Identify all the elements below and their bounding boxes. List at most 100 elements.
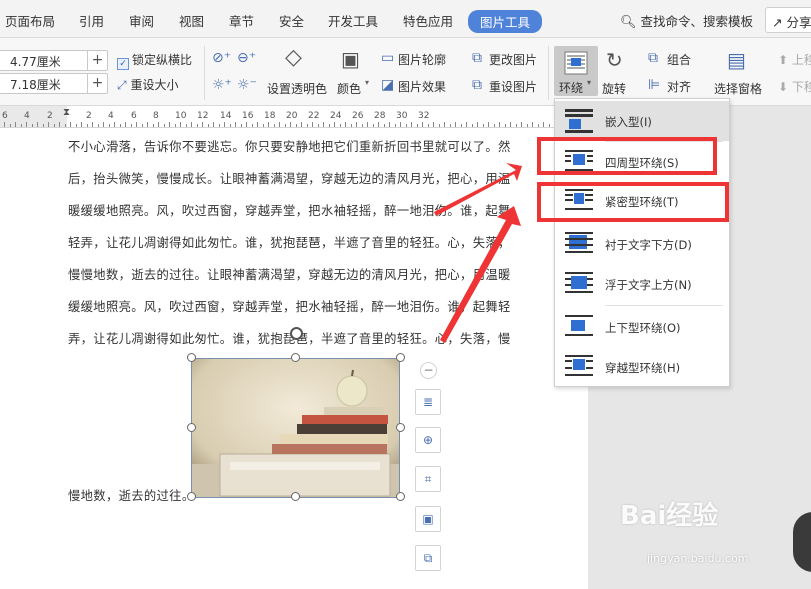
change-picture-icon: ⧉ <box>472 50 482 66</box>
rotate-button[interactable]: 旋转 <box>602 80 626 97</box>
picture-to-text-icon[interactable]: ⧉ <box>415 545 441 571</box>
ruler-tick <box>257 122 258 127</box>
ruler-tick <box>367 122 368 127</box>
reset-picture-icon: ⧉ <box>472 77 482 93</box>
ruler-tick <box>340 124 341 127</box>
ruler-number: 8 <box>153 111 159 121</box>
floating-action-button[interactable] <box>793 512 811 572</box>
checkbox-checked-icon: ✓ <box>117 58 129 70</box>
indent-marker-icon[interactable]: ⧗ <box>63 107 70 118</box>
change-picture-button[interactable]: 更改图片 <box>489 51 537 68</box>
resize-handle[interactable] <box>187 353 196 362</box>
command-search[interactable]: 🔍︎ 查找命令、搜索模板 <box>620 11 753 30</box>
wps-writer-window: 页面布局 引用 审阅 视图 章节 安全 开发工具 特色应用 图片工具 🔍︎ 查找… <box>0 0 811 589</box>
ruler-tick <box>406 124 407 127</box>
ruler-tick <box>81 122 82 127</box>
ruler-tick <box>186 124 187 127</box>
align-button[interactable]: 对齐 <box>667 78 691 95</box>
ruler-tick <box>43 124 44 127</box>
brightness-down-icon[interactable]: ☼⁻ <box>237 78 257 92</box>
reset-picture-button[interactable]: 重设图片 <box>489 78 537 95</box>
selected-picture[interactable] <box>191 358 400 498</box>
group-button[interactable]: 组合 <box>667 51 691 68</box>
tab-review[interactable]: 审阅 <box>129 11 154 30</box>
ruler-tick <box>103 122 104 127</box>
resize-handle[interactable] <box>396 353 405 362</box>
reset-size-icon: ⤢ <box>117 78 127 92</box>
bring-forward-button[interactable]: ⬆ 上移 <box>778 51 811 68</box>
resize-handle[interactable] <box>291 353 300 362</box>
picture-effect-button[interactable]: 图片效果 <box>398 78 446 95</box>
tab-special-apps[interactable]: 特色应用 <box>403 11 453 30</box>
wrap-menu-item[interactable]: 上下型环绕(O) <box>555 307 729 347</box>
tab-security[interactable]: 安全 <box>279 11 304 30</box>
send-backward-button[interactable]: ⬇ 下移 <box>778 78 811 95</box>
books-and-apple-photo <box>192 359 399 497</box>
ruler-tick <box>345 122 346 127</box>
share-button[interactable]: ↗ 分享 <box>765 7 811 33</box>
picture-frame-icon[interactable]: ▣ <box>415 506 441 532</box>
paragraph-line: 轻弄，让花儿凋谢得如此匆忙。谁，犹抱琵琶，半遮了音里的轻狂。心，失落， <box>68 236 511 250</box>
wrap-menu-item[interactable]: 浮于文字上方(N) <box>555 264 729 304</box>
paragraph-line: 缓缓地照亮。风，吹过西窗，穿越弄堂，把水袖轻摇，醉一地泪伤。谁，起舞轻 <box>68 300 511 314</box>
width-field[interactable]: 4.77厘米 + <box>0 50 108 71</box>
reset-size-button[interactable]: ⤢ 重设大小 <box>117 76 178 93</box>
width-increase-button[interactable]: + <box>87 51 107 70</box>
set-transparent-color-button[interactable]: 设置透明色 <box>267 80 327 97</box>
ruler-tick <box>411 122 412 127</box>
ruler-tick <box>422 122 423 127</box>
tab-chapter[interactable]: 章节 <box>229 11 254 30</box>
collapse-icon[interactable]: − <box>420 362 437 379</box>
ruler-tick <box>516 124 517 127</box>
horizontal-ruler[interactable]: ⧗ 6 4 2 2 4 6 8 10 12 14 16 18 20 22 24 26 28 30 32 <box>0 106 588 128</box>
tab-references[interactable]: 引用 <box>79 11 104 30</box>
zoom-in-icon[interactable]: ⊕ <box>415 427 441 453</box>
ruler-number: 6 <box>2 111 8 121</box>
resize-handle[interactable] <box>291 492 300 501</box>
resize-handle[interactable] <box>187 423 196 432</box>
transparency-icon[interactable]: ◇ <box>285 47 302 69</box>
resize-handle[interactable] <box>187 492 196 501</box>
ruler-tick <box>92 122 93 127</box>
ruler-tick <box>285 124 286 127</box>
resize-handle[interactable] <box>396 492 405 501</box>
ruler-tick <box>494 124 495 127</box>
ruler-tick <box>362 124 363 127</box>
rotate-handle[interactable] <box>290 327 303 340</box>
wrap-menu-item[interactable]: 穿越型环绕(H) <box>555 347 729 387</box>
paragraph-line: 暖缓缓地照亮。风，吹过西窗，穿越弄堂，把水袖轻摇，醉一地泪伤。谁，起舞 <box>68 204 511 218</box>
picture-outline-button[interactable]: 图片轮廓 <box>398 51 446 68</box>
height-increase-button[interactable]: + <box>87 74 107 93</box>
color-button[interactable]: 颜色 <box>337 80 361 97</box>
layout-options-icon[interactable]: ≣ <box>415 389 441 415</box>
wrap-menu-item[interactable]: 嵌入型(I) <box>555 101 729 141</box>
crop-icon[interactable]: ⌗ <box>415 466 441 492</box>
ruler-tick <box>274 124 275 127</box>
color-icon[interactable]: ▣ <box>341 49 360 69</box>
wrap-text-button[interactable]: 环绕 ▾ <box>554 46 598 96</box>
ruler-tick <box>455 122 456 127</box>
tab-developer[interactable]: 开发工具 <box>328 11 378 30</box>
menu-separator <box>605 305 723 306</box>
lock-ratio-checkbox[interactable]: ✓ 锁定纵横比 <box>117 51 192 70</box>
paragraph-line: 慢慢地数，逝去的过往。让眼神蓄满渴望，穿越无边的清风月光，把心，用温暖 <box>68 268 511 282</box>
ruler-tick <box>543 122 544 127</box>
ruler-tick <box>483 124 484 127</box>
resize-handle[interactable] <box>396 423 405 432</box>
separator <box>204 46 205 100</box>
crop-tool-icon[interactable]: ⊘⁺ <box>212 51 231 65</box>
ruler-tick <box>246 122 247 127</box>
tab-picture-tools[interactable]: 图片工具 <box>468 10 543 33</box>
selection-pane-button[interactable]: 选择窗格 <box>714 80 762 97</box>
contrast-tool-icon[interactable]: ⊖⁺ <box>237 51 256 65</box>
wrap-menu-item[interactable]: 衬于文字下方(D) <box>555 224 729 264</box>
tab-page-layout[interactable]: 页面布局 <box>5 11 55 30</box>
ruler-tick <box>312 122 313 127</box>
ruler-tick <box>417 124 418 127</box>
tab-view[interactable]: 视图 <box>179 11 204 30</box>
inline-wrap-icon <box>565 109 593 133</box>
ruler-tick <box>59 122 60 127</box>
height-field[interactable]: 7.18厘米 + <box>0 73 108 94</box>
brightness-up-icon[interactable]: ☼⁺ <box>212 78 232 92</box>
ruler-tick <box>120 124 121 127</box>
